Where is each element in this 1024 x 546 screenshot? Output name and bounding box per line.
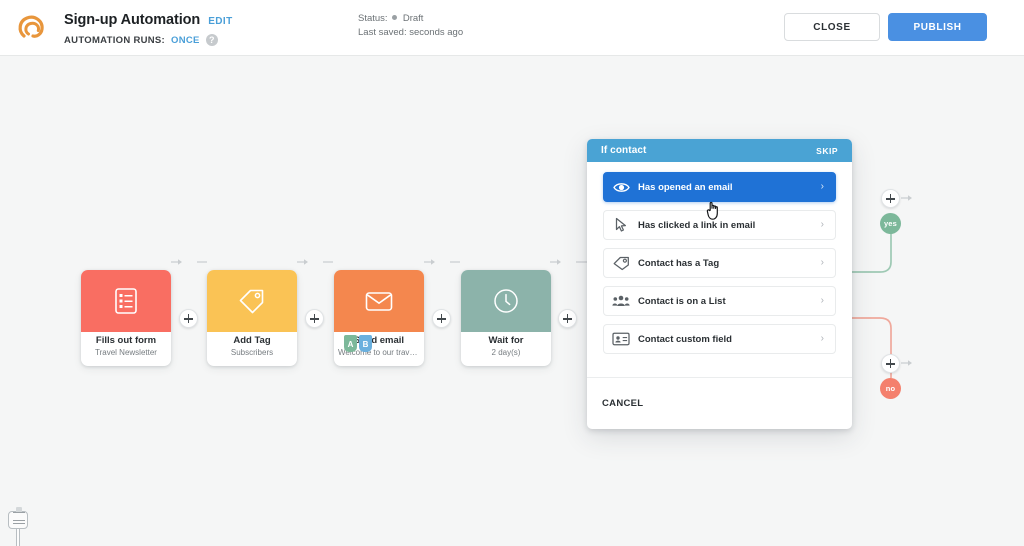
people-group-icon <box>604 294 638 308</box>
status-badge: Draft <box>402 13 424 24</box>
node-title: Add Tag <box>233 335 271 346</box>
automation-builder-page: Sign-up Automation EDIT AUTOMATION RUNS:… <box>0 0 1024 546</box>
ab-badge-b[interactable]: B <box>359 335 372 352</box>
option-label: Contact has a Tag <box>638 257 720 269</box>
node-subtitle: 2 day(s) <box>491 348 521 357</box>
panel-footer: CANCEL <box>587 377 852 429</box>
ab-split-badges: A B <box>344 335 372 352</box>
chevron-right-icon: › <box>820 333 824 344</box>
close-button[interactable]: CLOSE <box>784 13 880 41</box>
zoom-line-3 <box>13 512 25 513</box>
node-body: Wait for 2 day(s) <box>461 332 551 366</box>
cursor-click-icon <box>604 217 638 233</box>
node-body: Add Tag Subscribers <box>207 332 297 366</box>
contact-card-icon <box>604 332 638 346</box>
chevron-right-icon: › <box>820 181 824 192</box>
status-block: Status: Draft Last saved: seconds ago <box>358 12 463 40</box>
node-wait-for[interactable]: Wait for 2 day(s) <box>461 270 551 366</box>
status-dot-icon <box>392 15 398 20</box>
cancel-button[interactable]: CANCEL <box>602 398 643 409</box>
edit-title-link[interactable]: EDIT <box>208 16 232 27</box>
node-title: Wait for <box>488 335 524 346</box>
node-body: Fills out form Travel Newsletter <box>81 332 171 366</box>
tag-icon <box>604 256 638 271</box>
chevron-right-icon: › <box>820 295 824 306</box>
add-step-button-yes[interactable] <box>881 189 900 208</box>
zoom-slider-handle[interactable] <box>8 507 28 529</box>
panel-header: If contact SKIP <box>587 139 852 162</box>
status-label: Status: <box>358 13 388 24</box>
clock-icon <box>492 287 520 315</box>
chevron-right-icon: › <box>820 257 824 268</box>
chevron-right-icon: › <box>820 219 824 230</box>
node-subtitle: Travel Newsletter <box>95 348 157 357</box>
zoom-line-1 <box>13 520 25 521</box>
automation-canvas[interactable]: Fills out form Travel Newsletter Add Tag… <box>0 56 1024 546</box>
option-label: Has opened an email <box>638 181 733 193</box>
node-fills-out-form[interactable]: Fills out form Travel Newsletter <box>81 270 171 366</box>
mouse-cursor-pointer <box>705 198 725 227</box>
zoom-line-2 <box>13 523 25 524</box>
branch-label-yes[interactable]: yes <box>880 213 901 234</box>
node-head <box>207 270 297 332</box>
node-head <box>334 270 424 332</box>
add-step-button-3[interactable] <box>432 309 451 328</box>
option-contact-is-on-a-list[interactable]: Contact is on a List › <box>603 286 836 316</box>
add-step-button-1[interactable] <box>179 309 198 328</box>
node-subtitle: Subscribers <box>230 348 274 357</box>
automation-runs-value[interactable]: ONCE <box>171 35 200 46</box>
last-saved-text: Last saved: seconds ago <box>358 27 464 38</box>
envelope-icon <box>364 289 394 313</box>
option-contact-has-a-tag[interactable]: Contact has a Tag › <box>603 248 836 278</box>
canvas-zoom-slider[interactable] <box>8 507 28 546</box>
automation-runs-label: AUTOMATION RUNS: <box>64 34 166 46</box>
tag-icon <box>237 287 267 315</box>
form-icon <box>113 287 139 315</box>
add-step-button-4[interactable] <box>558 309 577 328</box>
branch-label-no[interactable]: no <box>880 378 901 399</box>
app-header: Sign-up Automation EDIT AUTOMATION RUNS:… <box>0 0 1024 56</box>
eye-icon <box>604 181 638 194</box>
option-label: Contact is on a List <box>638 295 726 307</box>
help-icon[interactable]: ? <box>205 34 218 46</box>
add-step-button-2[interactable] <box>305 309 324 328</box>
node-head <box>461 270 551 332</box>
option-contact-custom-field[interactable]: Contact custom field › <box>603 324 836 354</box>
zoom-slider-track[interactable] <box>16 529 20 546</box>
skip-button[interactable]: SKIP <box>816 146 838 156</box>
automation-title-block: Sign-up Automation EDIT AUTOMATION RUNS:… <box>64 12 233 46</box>
node-title: Fills out form <box>95 335 157 346</box>
ab-badge-a[interactable]: A <box>344 335 357 352</box>
option-label: Contact custom field <box>638 333 732 345</box>
panel-title: If contact <box>601 145 647 156</box>
node-add-tag[interactable]: Add Tag Subscribers <box>207 270 297 366</box>
node-head <box>81 270 171 332</box>
page-title: Sign-up Automation <box>64 12 201 28</box>
option-label: Has clicked a link in email <box>638 219 756 231</box>
activecampaign-logo-icon <box>14 10 50 46</box>
publish-button[interactable]: PUBLISH <box>888 13 987 41</box>
add-step-button-no[interactable] <box>881 354 900 373</box>
condition-options-list: Has opened an email › Has clicked a link… <box>587 162 852 368</box>
if-contact-panel: If contact SKIP Has opened an email › Ha… <box>587 139 852 429</box>
